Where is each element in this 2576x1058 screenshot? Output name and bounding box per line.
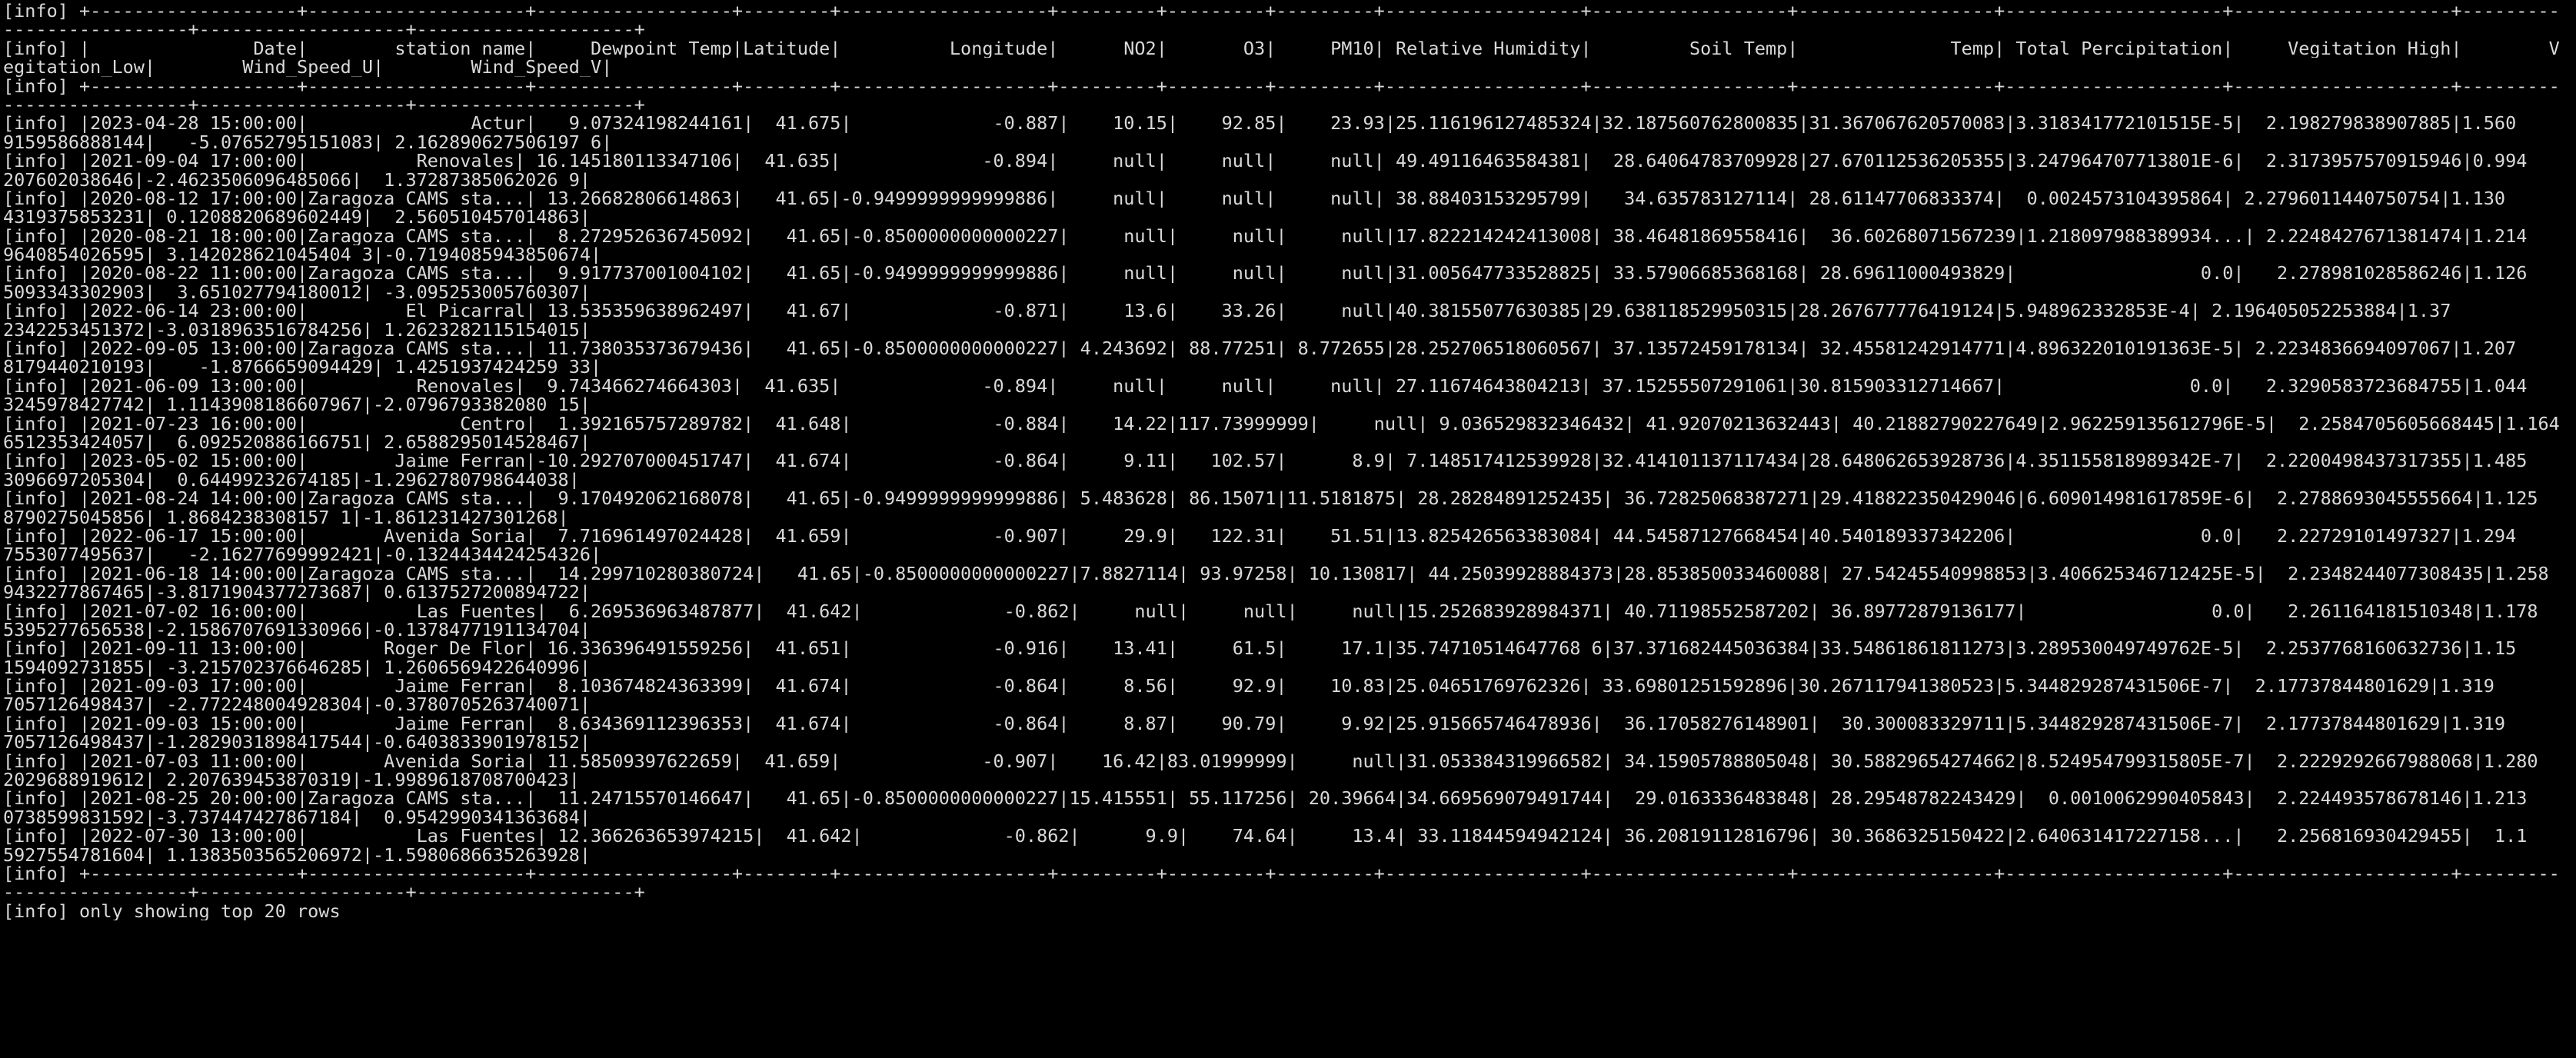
terminal-line: [info] |2022-07-30 13:00:00| Las Fuentes… [3, 827, 2528, 846]
terminal-line: 1594092731855| -3.215702376646285| 1.260… [3, 657, 591, 677]
terminal-line: 7057126498437| -2.772248004928304|-0.378… [3, 695, 591, 714]
terminal-line: [info] |2021-07-03 11:00:00| Avenida Sor… [3, 751, 2538, 771]
terminal-line: [info] |2021-09-11 13:00:00| Roger De Fl… [3, 639, 2517, 658]
terminal-line: 3245978427742| 1.1143908186607967|-2.079… [3, 395, 591, 414]
terminal-line: [info] |2021-08-25 20:00:00|Zaragoza CAM… [3, 789, 2528, 808]
terminal-line: [info] |2023-04-28 15:00:00| Actur| 9.07… [3, 114, 2517, 133]
terminal-line: 6512353424057| 6.092520886166751| 2.6588… [3, 432, 591, 452]
terminal-line: 3096697205304| 0.64499232674185|-1.29627… [3, 470, 580, 490]
terminal-line: [info] |2020-08-22 11:00:00|Zaragoza CAM… [3, 264, 2528, 283]
terminal-line: [info] |2021-08-24 14:00:00|Zaragoza CAM… [3, 489, 2538, 508]
terminal-line: [info] |2021-07-23 16:00:00| Centro| 1.3… [3, 414, 2560, 433]
terminal-line: -----------------+-------------------+--… [3, 883, 645, 902]
terminal-line: 9432277867465|-3.8171904377273687| 0.613… [3, 583, 591, 602]
terminal-line: [info] |2022-06-14 23:00:00| El Picarral… [3, 301, 2451, 321]
terminal-line: 7057126498437|-1.2829031898417544|-0.640… [3, 733, 591, 752]
terminal-line: 7553077495637| -2.16277699992421|-0.1324… [3, 545, 602, 564]
terminal-line: [info] +-------------------+------------… [3, 2, 2560, 21]
terminal-line: [info] |2021-09-03 15:00:00| Jaime Ferra… [3, 714, 2506, 734]
terminal-line: [info] |2021-07-02 16:00:00| Las Fuentes… [3, 601, 2538, 620]
terminal-line: egitation_Low| Wind_Speed_U| Wind_Speed_… [3, 58, 613, 77]
terminal-line: [info] |2021-09-04 17:00:00| Renovales| … [3, 151, 2528, 171]
terminal-line: [info] +-------------------+------------… [3, 863, 2560, 883]
terminal-line: [info] +-------------------+------------… [3, 76, 2560, 95]
terminal-line: 5395277656538|-2.1586707691330966|-0.137… [3, 620, 591, 640]
terminal-line: [info] |2021-06-18 14:00:00|Zaragoza CAM… [3, 564, 2549, 584]
terminal-line: [info] |2020-08-12 17:00:00|Zaragoza CAM… [3, 188, 2506, 208]
terminal-line: 9640854026595| 3.142028621045404 3|-0.71… [3, 245, 602, 264]
terminal-line: 0738599831592|-3.737447427867184| 0.9542… [3, 807, 591, 827]
terminal-line: 5093343302903| 3.651027794180012| -3.095… [3, 282, 591, 302]
terminal-line: 9159586888144| -5.07652795151083| 2.1628… [3, 132, 613, 152]
terminal-line: [info] | Date| station_name| Dewpoint_Te… [3, 38, 2560, 58]
terminal-line: [info] only showing top 20 rows [3, 901, 341, 921]
terminal-line: 5927554781604| 1.1383503565206972|-1.598… [3, 845, 591, 864]
terminal-line: [info] |2022-09-05 13:00:00|Zaragoza CAM… [3, 339, 2517, 358]
terminal-line: 8790275045856| 1.8684238308157 1|-1.8612… [3, 507, 569, 527]
terminal-line: [info] |2020-08-21 18:00:00|Zaragoza CAM… [3, 226, 2528, 246]
terminal-line: -----------------+-------------------+--… [3, 95, 645, 115]
terminal-line: 207602038646|-2.4623506096485066| 1.3728… [3, 170, 591, 189]
terminal-line: [info] |2022-06-17 15:00:00| Avenida Sor… [3, 526, 2517, 546]
terminal-output[interactable]: [info] +-------------------+------------… [0, 0, 2576, 1058]
terminal-line: 2029688919612| 2.207639453870319|-1.9989… [3, 770, 580, 790]
terminal-line: 8179440210193| -1.8766659094429| 1.42519… [3, 358, 602, 377]
terminal-line: 2342253451372|-3.0318963516784256| 1.262… [3, 320, 591, 340]
terminal-line: [info] |2021-09-03 17:00:00| Jaime Ferra… [3, 677, 2494, 696]
terminal-line: 4319375853231| 0.1208820689602449| 2.560… [3, 208, 591, 227]
terminal-line: -----------------+-------------------+--… [3, 20, 645, 39]
terminal-line: [info] |2023-05-02 15:00:00| Jaime Ferra… [3, 451, 2528, 471]
terminal-line: [info] |2021-06-09 13:00:00| Renovales| … [3, 376, 2528, 396]
